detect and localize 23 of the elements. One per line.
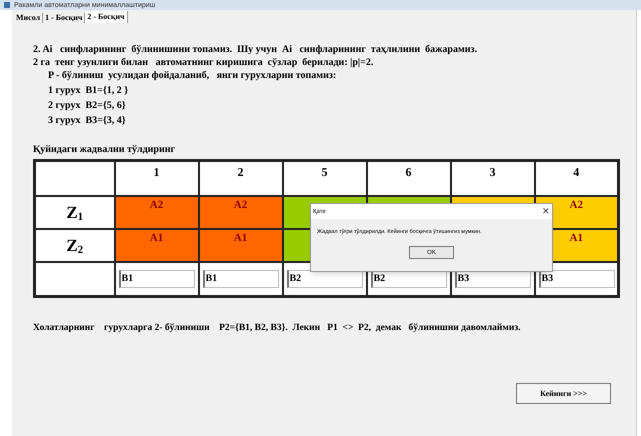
tab[interactable]: 1 - Босқич — [43, 13, 86, 23]
tab[interactable]: 2 - Босқич — [85, 11, 128, 23]
next-button[interactable]: Кейинги >>> — [516, 383, 611, 404]
row-label: Z$_{2}$ — [34, 228, 114, 262]
close-icon[interactable]: ✕ — [542, 207, 550, 216]
answer-field[interactable]: B3 — [538, 270, 614, 288]
answer-field[interactable]: B1 — [118, 270, 194, 288]
row-label: Z$_{1}$ — [34, 196, 114, 228]
table-cell: A1 — [198, 228, 282, 262]
answer-field[interactable]: B1 — [202, 270, 278, 288]
table-caption: Қуйидаги жадвални тўлдиринг — [33, 144, 176, 156]
conclusion-text: Холатларнинг гурухларга 2- бўлиниши P2={B1, B2, B3}. Лекин P1 <> P2, демак бўлинишни давомлаймиз. — [33, 322, 522, 334]
instruction-text: 2. Ai синфларининг бўлинишини топамиз. Шу учун Ai синфларининг таҳлилини бажарамиз. — [33, 43, 478, 56]
method-text: P - бўлиниш усулидан фойдаланиб, янги гурухларни топамиз: — [48, 70, 338, 82]
instruction-text: 2 га тенг узунлиги билан автоматнинг киришига сўзлар берилади: |p|=2. — [33, 56, 374, 69]
tab[interactable]: Мисол — [14, 13, 44, 23]
group-text: 2 гурух B2={5, 6} — [48, 100, 127, 112]
table-cell: A2 — [114, 196, 198, 228]
group-text: 3 гурух B3={3, 4} — [48, 115, 127, 127]
table-cell: A2 — [198, 196, 282, 228]
app-icon — [4, 2, 10, 8]
group-text: 1 гурух B1={1, 2 } — [48, 85, 130, 97]
table-cell: A1 — [114, 228, 198, 262]
